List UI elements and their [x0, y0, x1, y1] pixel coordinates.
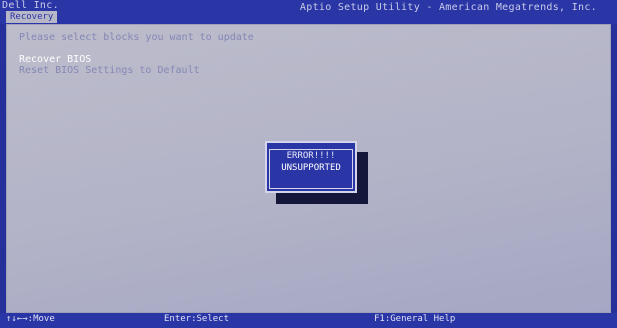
option-reset-bios-settings[interactable]: Reset BIOS Settings to Default	[19, 65, 200, 76]
option-recover-bios[interactable]: Recover BIOS	[19, 54, 91, 65]
app-title: Aptio Setup Utility - American Megatrend…	[299, 2, 597, 13]
dialog-message[interactable]: UNSUPPORTED	[267, 163, 355, 173]
header-bar: Dell Inc. Aptio Setup Utility - American…	[0, 0, 617, 24]
error-dialog: ERROR!!!! UNSUPPORTED	[265, 141, 357, 193]
hint-move: ↑↓←→:Move	[6, 314, 55, 324]
hint-select: Enter:Select	[164, 314, 230, 324]
hint-general-help: F1:General Help	[374, 314, 456, 324]
footer-bar: ↑↓←→:Move Enter:Select F1:General Help	[0, 313, 617, 328]
dialog-title: ERROR!!!!	[267, 143, 355, 162]
bios-screen: Dell Inc. Aptio Setup Utility - American…	[0, 0, 617, 328]
dialog-title-text: ERROR!!!!	[283, 151, 339, 161]
instruction-text: Please select blocks you want to update	[19, 32, 254, 43]
vendor-label: Dell Inc.	[2, 0, 59, 11]
tab-recovery[interactable]: Recovery	[6, 11, 58, 23]
